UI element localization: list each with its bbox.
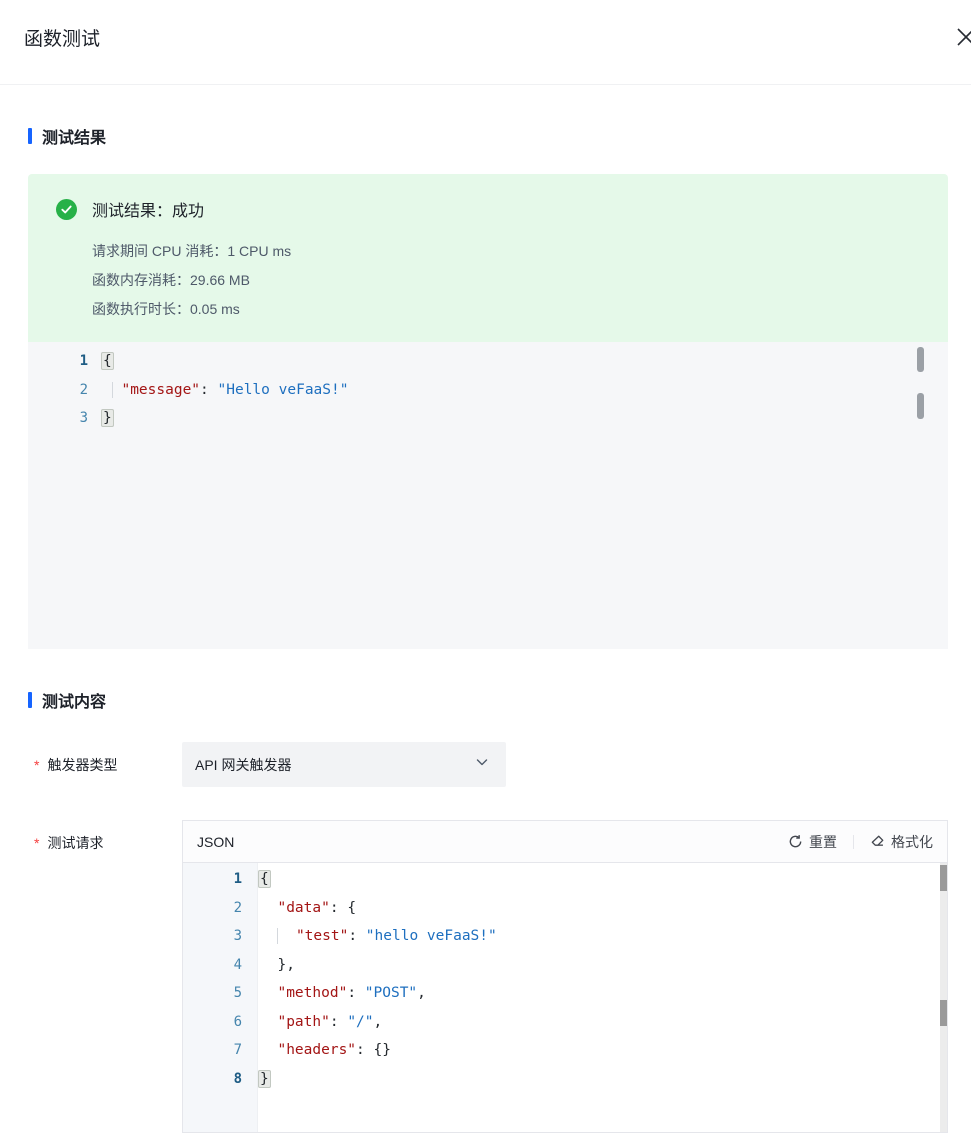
- code-line: 2 "message": "Hello veFaaS!": [28, 376, 948, 405]
- form-row-test-request: * 测试请求 JSON 重置: [28, 820, 948, 1133]
- metric-label: 函数执行时长：: [92, 301, 190, 317]
- page-title: 函数测试: [24, 24, 100, 51]
- line-number: 8: [183, 1065, 257, 1094]
- code-text: }: [257, 1065, 269, 1094]
- reset-button[interactable]: 重置: [788, 832, 837, 852]
- close-icon[interactable]: [954, 25, 971, 49]
- line-number: 2: [28, 376, 103, 405]
- code-text: "headers": {}: [257, 1036, 391, 1065]
- metric-value: 29.66 MB: [190, 272, 250, 288]
- scrollbar-thumb[interactable]: [940, 1000, 947, 1026]
- reset-label: 重置: [809, 832, 837, 852]
- line-number: 3: [28, 404, 103, 433]
- test-request-code-editor[interactable]: 1{2 "data": {3 "test": "hello veFaaS!"4 …: [183, 863, 947, 1132]
- code-text: "path": "/",: [257, 1008, 382, 1037]
- chevron-down-icon: [474, 754, 490, 775]
- drawer-header: 函数测试: [0, 0, 971, 85]
- code-text: },: [257, 951, 295, 980]
- editor-toolbar: JSON 重置 格式化: [183, 821, 947, 863]
- line-number: 1: [183, 865, 257, 894]
- test-request-label: * 测试请求: [28, 820, 182, 853]
- format-label: 格式化: [891, 832, 933, 852]
- editor-actions: 重置 格式化: [788, 832, 933, 852]
- drawer-body: 测试结果 测试结果：成功 请求期间 CPU 消耗：1 CPU ms 函数内存消耗…: [0, 124, 971, 1133]
- required-asterisk: *: [34, 835, 39, 851]
- metric-memory: 函数内存消耗：29.66 MB: [92, 266, 920, 295]
- metric-duration: 函数执行时长：0.05 ms: [92, 295, 920, 324]
- divider: [853, 835, 854, 849]
- section-title-text: 测试结果: [42, 124, 106, 148]
- eraser-icon: [870, 834, 885, 849]
- result-status-row: 测试结果：成功: [56, 197, 920, 221]
- label-text: 测试请求: [47, 835, 103, 851]
- label-text: 触发器类型: [47, 757, 117, 773]
- code-line: 4 },: [183, 951, 947, 980]
- section-title-content: 测试内容: [28, 688, 948, 712]
- scrollbar-track[interactable]: [940, 863, 947, 1132]
- refresh-icon: [788, 834, 803, 849]
- line-number: 1: [28, 347, 103, 376]
- result-output-editor[interactable]: 1{2 "message": "Hello veFaaS!"3}: [28, 342, 948, 649]
- trigger-type-select[interactable]: API 网关触发器: [182, 742, 506, 787]
- code-line: 6 "path": "/",: [183, 1008, 947, 1037]
- line-number: 6: [183, 1008, 257, 1037]
- check-circle-icon: [56, 199, 77, 220]
- code-line: 3}: [28, 404, 948, 433]
- result-metrics: 请求期间 CPU 消耗：1 CPU ms 函数内存消耗：29.66 MB 函数执…: [92, 237, 920, 324]
- select-value: API 网关触发器: [195, 755, 474, 775]
- code-text: "data": {: [257, 894, 356, 923]
- code-text: "test": "hello veFaaS!": [257, 922, 497, 951]
- metric-cpu: 请求期间 CPU 消耗：1 CPU ms: [92, 237, 920, 266]
- section-title-text: 测试内容: [42, 688, 106, 712]
- line-number: 2: [183, 894, 257, 923]
- code-line: 5 "method": "POST",: [183, 979, 947, 1008]
- code-line: 1{: [183, 865, 947, 894]
- code-text: "method": "POST",: [257, 979, 426, 1008]
- code-text: {: [257, 865, 269, 894]
- code-line: 3 "test": "hello veFaaS!": [183, 922, 947, 951]
- metric-label: 请求期间 CPU 消耗：: [92, 243, 227, 259]
- scrollbar-thumb[interactable]: [940, 865, 947, 891]
- line-number: 5: [183, 979, 257, 1008]
- format-button[interactable]: 格式化: [870, 832, 933, 852]
- result-status-value: 成功: [172, 203, 204, 220]
- scrollbar-thumb[interactable]: [917, 347, 924, 372]
- result-status-label: 测试结果：: [92, 203, 172, 220]
- test-request-editor-panel: JSON 重置 格式化: [182, 820, 948, 1133]
- scrollbar-thumb[interactable]: [917, 393, 924, 419]
- test-result-card: 测试结果：成功 请求期间 CPU 消耗：1 CPU ms 函数内存消耗：29.6…: [28, 174, 948, 342]
- code-text: "message": "Hello veFaaS!": [103, 376, 348, 405]
- code-line: 1{: [28, 347, 948, 376]
- result-status-text: 测试结果：成功: [92, 197, 204, 221]
- code-line: 8}: [183, 1065, 947, 1094]
- code-text: {: [103, 347, 112, 376]
- metric-value: 1 CPU ms: [227, 243, 291, 259]
- form-row-trigger-type: * 触发器类型 API 网关触发器: [28, 742, 948, 787]
- required-asterisk: *: [34, 757, 39, 773]
- metric-label: 函数内存消耗：: [92, 272, 190, 288]
- line-number: 7: [183, 1036, 257, 1065]
- line-number: 4: [183, 951, 257, 980]
- section-accent-bar: [28, 128, 32, 144]
- section-title-result: 测试结果: [28, 124, 948, 148]
- line-number: 3: [183, 922, 257, 951]
- metric-value: 0.05 ms: [190, 301, 240, 317]
- code-text: }: [103, 404, 112, 433]
- section-accent-bar: [28, 692, 32, 708]
- code-line: 2 "data": {: [183, 894, 947, 923]
- code-line: 7 "headers": {}: [183, 1036, 947, 1065]
- trigger-type-label: * 触发器类型: [28, 755, 182, 775]
- language-badge: JSON: [197, 834, 234, 850]
